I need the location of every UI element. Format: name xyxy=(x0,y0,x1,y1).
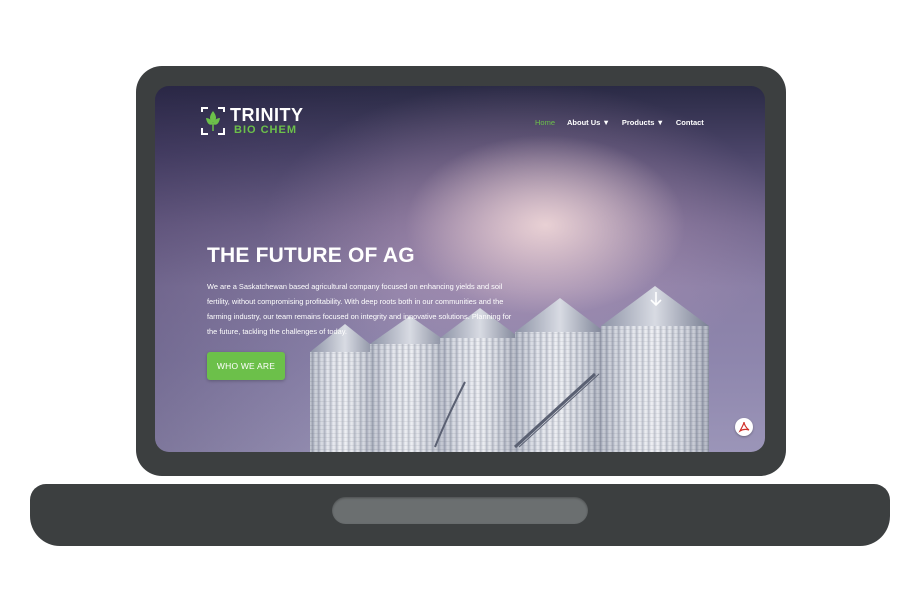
laptop-screen: TRINITY BIO CHEM Home About Us ▼ Product… xyxy=(155,86,765,452)
pdf-icon[interactable] xyxy=(735,418,753,436)
who-we-are-button[interactable]: WHO WE ARE xyxy=(207,352,285,380)
hero-description: We are a Saskatchewan based agricultural… xyxy=(207,282,512,336)
main-nav: Home About Us ▼ Products ▼ Contact xyxy=(535,118,704,127)
trinity-leaf-logo-icon xyxy=(201,107,225,135)
nav-about-us[interactable]: About Us ▼ xyxy=(567,118,610,127)
laptop-trackpad xyxy=(332,497,588,524)
nav-home[interactable]: Home xyxy=(535,118,555,127)
nav-products[interactable]: Products ▼ xyxy=(622,118,664,127)
hero-title: THE FUTURE OF AG xyxy=(207,244,415,267)
logo-wordmark-bottom: BIO CHEM xyxy=(234,124,297,136)
arrow-down-icon[interactable] xyxy=(650,291,662,312)
logo-wordmark-top: TRINITY xyxy=(230,105,304,125)
nav-contact[interactable]: Contact xyxy=(676,118,704,127)
